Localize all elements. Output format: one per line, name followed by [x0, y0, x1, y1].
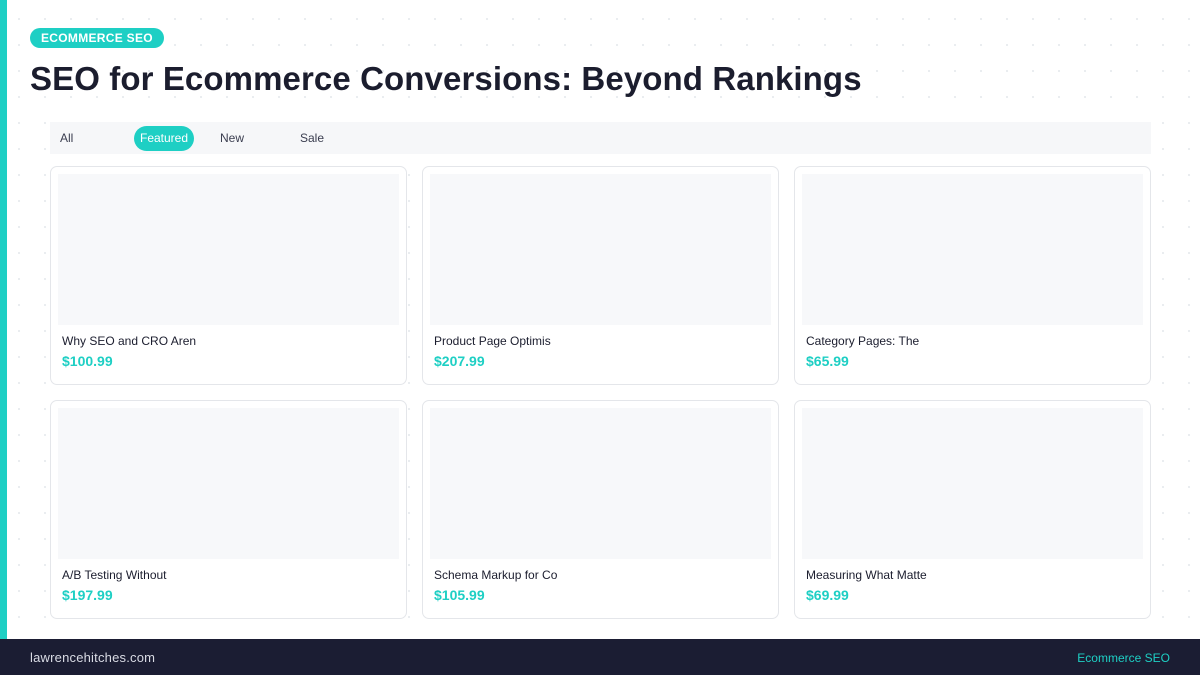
product-card[interactable]: Product Page Optimis $207.99 [422, 166, 779, 385]
filter-tab-sale[interactable]: Sale [294, 126, 330, 151]
product-title: A/B Testing Without [62, 568, 167, 582]
product-image-placeholder [802, 408, 1143, 559]
filter-tab-all[interactable]: All [54, 126, 79, 151]
footer-category-label: Ecommerce SEO [1077, 651, 1170, 665]
footer-site-link[interactable]: lawrencehitches.com [30, 650, 155, 665]
product-image-placeholder [430, 408, 771, 559]
product-card[interactable]: A/B Testing Without $197.99 [50, 400, 407, 619]
footer-bar: lawrencehitches.com Ecommerce SEO [0, 639, 1200, 675]
product-image-placeholder [430, 174, 771, 325]
filter-tab-bar: All Featured New Sale [50, 122, 1151, 154]
product-price: $69.99 [806, 587, 849, 603]
product-card[interactable]: Measuring What Matte $69.99 [794, 400, 1151, 619]
product-price: $197.99 [62, 587, 113, 603]
filter-tab-featured[interactable]: Featured [134, 126, 195, 151]
product-price: $105.99 [434, 587, 485, 603]
product-title: Category Pages: The [806, 334, 920, 348]
filter-tab-new[interactable]: New [214, 126, 250, 151]
page-title: SEO for Ecommerce Conversions: Beyond Ra… [30, 60, 862, 97]
product-price: $100.99 [62, 353, 113, 369]
product-title: Product Page Optimis [434, 334, 551, 348]
product-price: $65.99 [806, 353, 849, 369]
product-title: Why SEO and CRO Aren [62, 334, 197, 348]
product-price: $207.99 [434, 353, 485, 369]
product-image-placeholder [58, 408, 399, 559]
product-card[interactable]: Category Pages: The $65.99 [794, 166, 1151, 385]
product-title: Schema Markup for Co [434, 568, 558, 582]
product-title: Measuring What Matte [806, 568, 927, 582]
left-accent-bar [0, 0, 7, 639]
category-badge: Ecommerce SEO [30, 28, 164, 48]
product-card[interactable]: Why SEO and CRO Aren $100.99 [50, 166, 407, 385]
product-image-placeholder [58, 174, 399, 325]
product-image-placeholder [802, 174, 1143, 325]
product-card[interactable]: Schema Markup for Co $105.99 [422, 400, 779, 619]
